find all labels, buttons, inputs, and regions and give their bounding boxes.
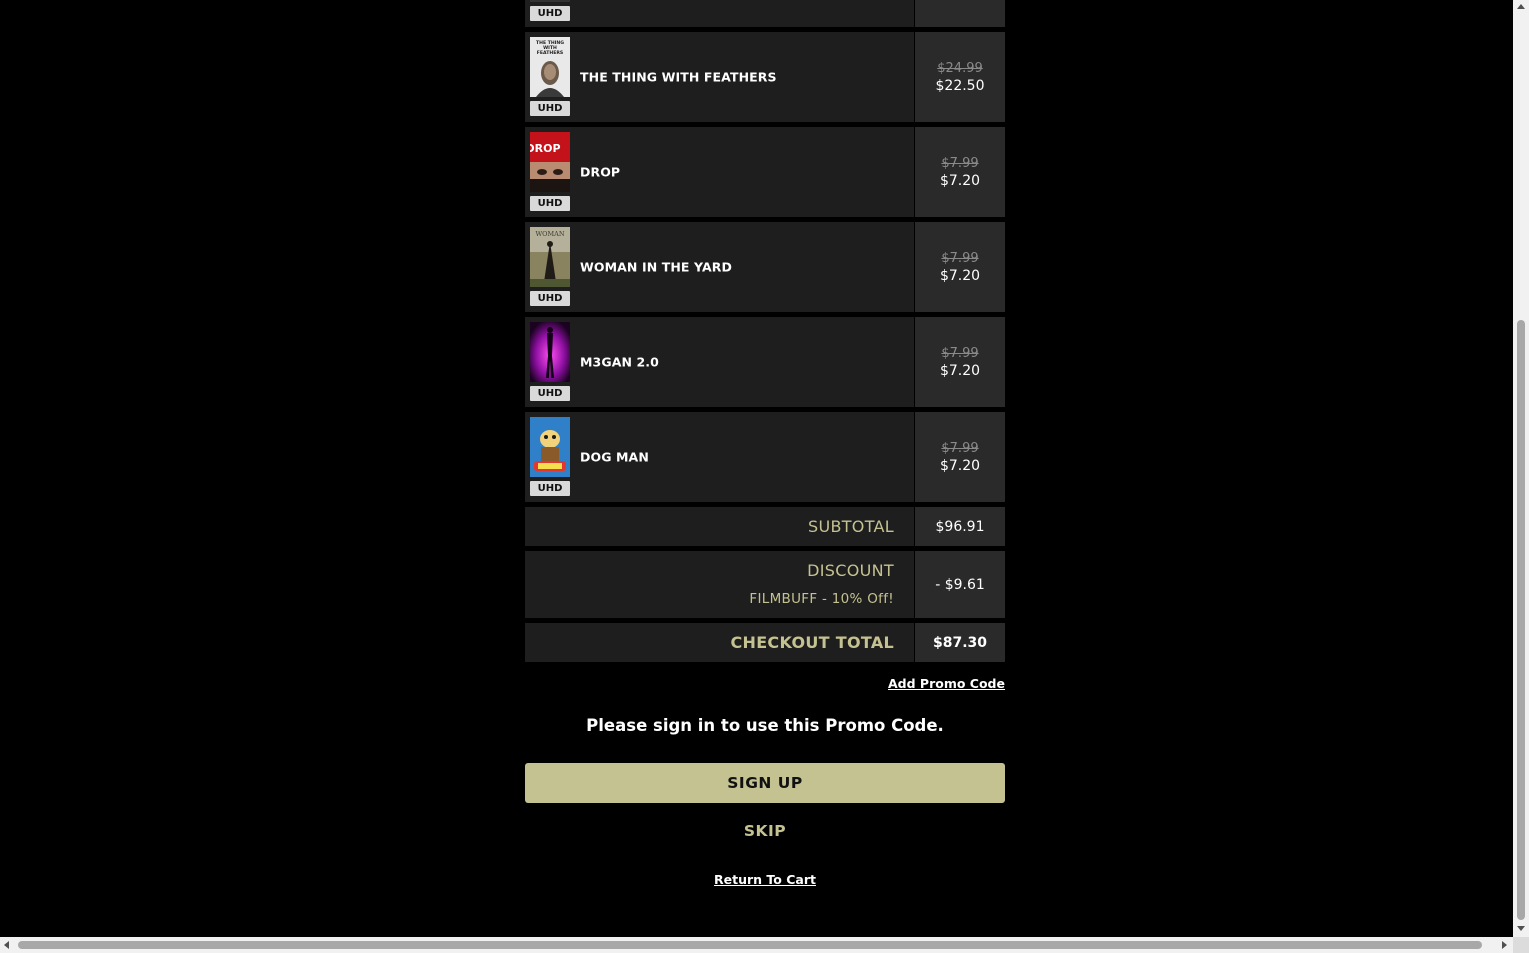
- cart-item: DROP UHD DROP $7.99 $7.20: [525, 127, 1005, 217]
- uhd-badge: UHD: [530, 291, 570, 306]
- svg-text:WOMAN: WOMAN: [535, 230, 564, 238]
- movie-poster: WOMAN: [530, 227, 570, 287]
- uhd-badge: UHD: [530, 196, 570, 211]
- uhd-badge: UHD: [530, 101, 570, 116]
- cart-item: WOMAN UHD WOMAN IN THE YARD $7.99 $7.20: [525, 222, 1005, 312]
- skip-button[interactable]: SKIP: [525, 822, 1005, 840]
- cart-item: THE THING WITH FEATHERS UHD THE THING WI…: [525, 32, 1005, 122]
- movie-poster: THE THING WITH FEATHERS: [530, 37, 570, 97]
- svg-text:FEATHERS: FEATHERS: [537, 50, 563, 56]
- movie-poster: DROP: [530, 132, 570, 192]
- movie-poster: [530, 417, 570, 477]
- scroll-left-arrow-icon[interactable]: [4, 941, 9, 949]
- movie-poster: [530, 0, 570, 2]
- subtotal-row: SUBTOTAL $96.91: [525, 507, 1005, 546]
- checkout-page: UHD THE THING WITH FEATHERS UHD THE THIN…: [0, 0, 1513, 937]
- uhd-badge: UHD: [530, 481, 570, 496]
- checkout-total-value: $87.30: [915, 623, 1005, 662]
- discount-row: DISCOUNT FILMBUFF - 10% Off! - $9.61: [525, 551, 1005, 618]
- uhd-badge: UHD: [530, 6, 570, 21]
- original-price: $7.99: [941, 155, 979, 171]
- subtotal-label: SUBTOTAL: [807, 517, 894, 536]
- horizontal-scrollbar[interactable]: [0, 937, 1513, 953]
- discounted-price: $7.20: [939, 457, 981, 474]
- vertical-scrollbar[interactable]: [1513, 0, 1529, 937]
- movie-title[interactable]: M3GAN 2.0: [580, 355, 659, 370]
- checkout-total-row: CHECKOUT TOTAL $87.30: [525, 623, 1005, 662]
- movie-poster: [530, 322, 570, 382]
- discount-value: - $9.61: [915, 551, 1005, 618]
- scroll-down-arrow-icon[interactable]: [1517, 926, 1525, 931]
- scroll-right-arrow-icon[interactable]: [1502, 941, 1507, 949]
- original-price: $24.99: [937, 60, 983, 76]
- horizontal-scrollbar-thumb[interactable]: [18, 941, 1482, 949]
- discounted-price: $7.20: [939, 362, 981, 379]
- sign-up-button[interactable]: SIGN UP: [525, 763, 1005, 803]
- discounted-price: $22.50: [935, 77, 985, 94]
- price-cell: $24.99 $22.50: [915, 32, 1005, 122]
- movie-title[interactable]: DOG MAN: [580, 450, 649, 465]
- uhd-badge: UHD: [530, 386, 570, 401]
- add-promo-code-link[interactable]: Add Promo Code: [888, 676, 1005, 691]
- scrollbar-corner: [1513, 937, 1529, 953]
- sign-in-message: Please sign in to use this Promo Code.: [586, 716, 944, 735]
- price-cell: $7.99 $7.20: [915, 317, 1005, 407]
- vertical-scrollbar-thumb[interactable]: [1517, 320, 1525, 920]
- price-cell: [915, 0, 1005, 27]
- movie-title[interactable]: WOMAN IN THE YARD: [580, 260, 732, 275]
- movie-title[interactable]: THE THING WITH FEATHERS: [580, 70, 777, 85]
- movie-title[interactable]: DROP: [580, 165, 620, 180]
- return-to-cart-link[interactable]: Return To Cart: [714, 872, 816, 887]
- discount-code: FILMBUFF - 10% Off!: [749, 591, 894, 607]
- cart-item: UHD DOG MAN $7.99 $7.20: [525, 412, 1005, 502]
- original-price: $7.99: [941, 345, 979, 361]
- subtotal-value: $96.91: [915, 507, 1005, 546]
- svg-text:DROP: DROP: [530, 142, 561, 155]
- price-cell: $7.99 $7.20: [915, 412, 1005, 502]
- original-price: $7.99: [941, 440, 979, 456]
- discounted-price: $7.20: [939, 172, 981, 189]
- cart-item: UHD: [525, 0, 1005, 27]
- scroll-up-arrow-icon[interactable]: [1517, 4, 1525, 9]
- price-cell: $7.99 $7.20: [915, 222, 1005, 312]
- price-cell: $7.99 $7.20: [915, 127, 1005, 217]
- checkout-total-label: CHECKOUT TOTAL: [730, 633, 894, 652]
- discount-label: DISCOUNT: [807, 561, 894, 580]
- cart-item: UHD M3GAN 2.0 $7.99 $7.20: [525, 317, 1005, 407]
- discounted-price: $7.20: [939, 267, 981, 284]
- original-price: $7.99: [941, 250, 979, 266]
